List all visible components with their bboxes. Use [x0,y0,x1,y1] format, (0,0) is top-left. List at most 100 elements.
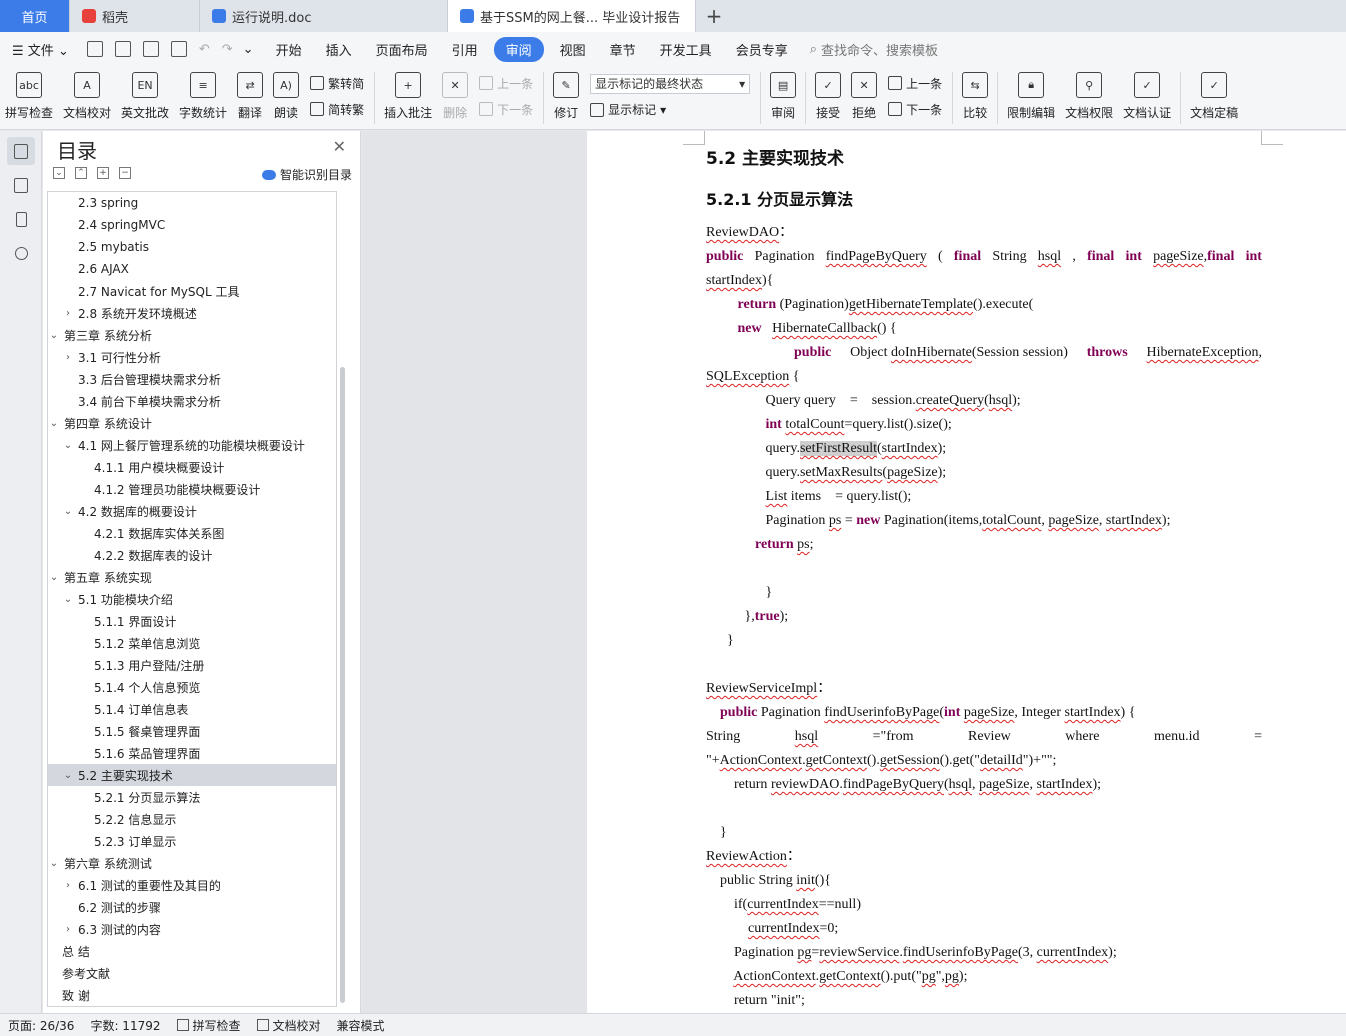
toc-item[interactable]: ⌄ 第三章 系统分析 [48,324,336,346]
toc-item[interactable]: 5.1.4 个人信息预览 [48,676,336,698]
toc-item[interactable]: 2.4 springMVC [48,214,336,236]
tab-report-doc[interactable]: 基于SSM的网上餐... 毕业设计报告✕ [448,0,696,32]
print-icon[interactable] [142,41,159,57]
chevron-down-icon[interactable]: ⌄ [48,572,60,583]
toc-item[interactable]: ⌄ 5.2 主要实现技术 [48,764,336,786]
save-icon[interactable] [86,41,103,57]
menu-chapter[interactable]: 章节 [598,40,648,59]
doc-finalize-button[interactable]: ✓ 文档定稿 [1185,70,1243,126]
tab-run-doc[interactable]: 运行说明.doc [200,0,448,32]
bookmark-panel-button[interactable] [7,205,35,233]
toc-panel-button[interactable] [7,137,35,165]
trad-to-simp-button[interactable]: 繁转简 [310,75,364,92]
add-heading-icon[interactable]: + [97,167,109,179]
restrict-edit-button[interactable]: 🔒︎ 限制编辑 [1002,70,1060,126]
review-pane-button[interactable]: ▤ 审阅 [765,70,801,126]
file-menu[interactable]: ☰ 文件 ⌄ [0,40,81,59]
toc-item[interactable]: 6.2 测试的步骤 [48,896,336,918]
doc-cert-button[interactable]: ✓ 文档认证 [1118,70,1176,126]
next-comment-button[interactable]: 下一条 [479,101,533,118]
close-icon[interactable]: ✕ [333,137,346,156]
wordcount-button[interactable]: ≡ 字数统计 [174,70,232,126]
chevron-down-icon[interactable]: ⌄ [62,770,74,781]
toc-item[interactable]: 4.1.2 管理员功能模块概要设计 [48,478,336,500]
doccheck-button[interactable]: A 文档校对 [58,70,116,126]
toc-item[interactable]: 5.2.2 信息显示 [48,808,336,830]
toc-item[interactable]: › 6.1 测试的重要性及其目的 [48,874,336,896]
new-tab-button[interactable]: + [696,0,732,32]
chevron-down-icon[interactable]: ⌄ [48,858,60,869]
menu-devtools[interactable]: 开发工具 [648,40,724,59]
chevron-right-icon[interactable]: › [62,924,74,935]
toc-item[interactable]: 2.6 AJAX [48,258,336,280]
toc-item[interactable]: 5.1.1 界面设计 [48,610,336,632]
doccheck-toggle[interactable]: 文档校对 [249,1017,329,1034]
spellcheck-button[interactable]: abc 拼写检查 [0,70,58,126]
toc-item[interactable]: 3.3 后台管理模块需求分析 [48,368,336,390]
chevron-right-icon[interactable]: › [62,308,74,319]
compare-button[interactable]: ⇆ 比较 [957,70,993,126]
chevron-down-icon[interactable]: ⌄ [243,42,254,57]
chevron-down-icon[interactable]: ⌄ [62,440,74,451]
toc-item[interactable]: 5.1.5 餐桌管理界面 [48,720,336,742]
toc-item[interactable]: ⌄ 4.1 网上餐厅管理系统的功能模块概要设计 [48,434,336,456]
remove-heading-icon[interactable]: − [119,167,131,179]
toc-item[interactable]: ⌄ 4.2 数据库的概要设计 [48,500,336,522]
toc-item[interactable]: 参考文献 [48,962,336,984]
insert-comment-button[interactable]: + 插入批注 [379,70,437,126]
menu-reference[interactable]: 引用 [440,40,490,59]
find-panel-button[interactable] [7,239,35,267]
toc-item[interactable]: 5.2.1 分页显示算法 [48,786,336,808]
toc-item[interactable]: 3.4 前台下单模块需求分析 [48,390,336,412]
english-correct-button[interactable]: EN 英文批改 [116,70,174,126]
menu-start[interactable]: 开始 [264,40,314,59]
collapse-all-icon[interactable]: ⌄ [53,167,65,179]
simp-to-trad-button[interactable]: 简转繁 [310,101,364,118]
undo-icon[interactable]: ↶ [199,42,210,57]
show-markup-button[interactable]: 显示标记 ▾ [590,101,750,118]
toc-item[interactable]: 5.1.6 菜品管理界面 [48,742,336,764]
next-change-button[interactable]: 下一条 [888,101,942,118]
toc-item[interactable]: 2.5 mybatis [48,236,336,258]
tab-home[interactable]: 首页 [0,0,70,32]
word-count[interactable]: 字数: 11792 [82,1017,168,1034]
toc-item[interactable]: ⌄ 第四章 系统设计 [48,412,336,434]
toc-item[interactable]: 4.2.1 数据库实体关系图 [48,522,336,544]
menu-review[interactable]: 审阅 [493,36,544,62]
toc-item[interactable]: 5.1.4 订单信息表 [48,698,336,720]
spellcheck-toggle[interactable]: 拼写检查 [169,1017,249,1034]
markup-state-select[interactable]: 显示标记的最终状态 ▾ [590,73,751,94]
toc-item[interactable]: › 3.1 可行性分析 [48,346,336,368]
toc-item[interactable]: 总 结 [48,940,336,962]
toc-item[interactable]: 5.1.2 菜单信息浏览 [48,632,336,654]
chevron-right-icon[interactable]: › [62,880,74,891]
smart-toc-button[interactable]: 智能识别目录 [261,166,352,183]
preview-icon[interactable] [170,41,187,57]
translate-button[interactable]: ⇄ 翻译 [232,70,268,126]
command-search[interactable]: ⌕ 查找命令、搜索模板 [810,40,938,59]
read-aloud-button[interactable]: A) 朗读 [268,70,304,126]
toc-item[interactable]: ⌄ 第五章 系统实现 [48,566,336,588]
chevron-down-icon[interactable]: ⌄ [48,330,60,341]
tab-docer[interactable]: 稻壳 [70,0,200,32]
menu-member[interactable]: 会员专享 [724,40,800,59]
doc-permission-button[interactable]: ⚲ 文档权限 [1060,70,1118,126]
toc-item[interactable]: 2.7 Navicat for MySQL 工具 [48,280,336,302]
accept-button[interactable]: ✓ 接受 [810,70,846,126]
toc-item[interactable]: 致 谢 [48,984,336,1006]
document-page[interactable]: 5.2 主要实现技术 5.2.1 分页显示算法 ReviewDAO： publi… [587,131,1346,1013]
expand-all-icon[interactable]: ⌃ [75,167,87,179]
export-icon[interactable] [114,41,131,57]
page-indicator[interactable]: 页面: 26/36 [0,1017,82,1034]
toc-item[interactable]: 4.1.1 用户模块概要设计 [48,456,336,478]
redo-icon[interactable]: ↷ [222,42,233,57]
menu-layout[interactable]: 页面布局 [364,40,440,59]
toc-item[interactable]: 5.2.3 订单显示 [48,830,336,852]
toc-item[interactable]: 2.3 spring [48,192,336,214]
toc-item[interactable]: › 6.3 测试的内容 [48,918,336,940]
toc-item[interactable]: 4.2.2 数据库表的设计 [48,544,336,566]
prev-comment-button[interactable]: 上一条 [479,75,533,92]
toc-item[interactable]: 5.1.3 用户登陆/注册 [48,654,336,676]
chevron-right-icon[interactable]: › [62,352,74,363]
chevron-down-icon[interactable]: ⌄ [62,506,74,517]
